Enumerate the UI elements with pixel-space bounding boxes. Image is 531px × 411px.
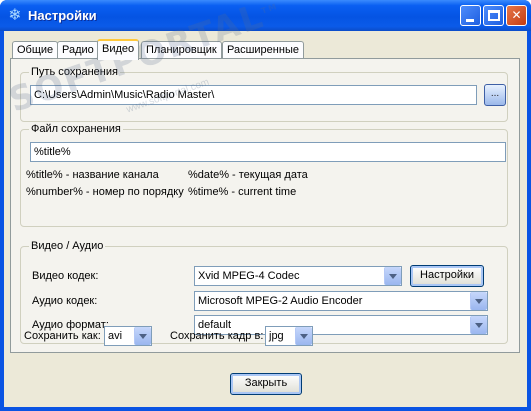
close-window-button[interactable]: ✕ xyxy=(506,5,527,26)
codec-settings-button[interactable]: Настройки xyxy=(410,265,484,287)
save-frame-format-value: jpg xyxy=(269,330,284,342)
save-as-label: Сохранить как: xyxy=(24,330,101,342)
video-audio-group-label: Видео / Аудио xyxy=(29,240,106,252)
chevron-down-icon[interactable] xyxy=(470,316,487,334)
save-file-group-label: Файл сохранения xyxy=(29,123,123,135)
video-codec-select[interactable]: Xvid MPEG-4 Codec xyxy=(194,266,402,286)
chevron-down-icon[interactable] xyxy=(470,292,487,310)
minimize-icon xyxy=(466,19,474,22)
audio-codec-label: Аудио кодек: xyxy=(32,295,98,307)
save-file-group: Файл сохранения %title% %title% - назван… xyxy=(20,123,508,227)
save-as-format-select[interactable]: avi xyxy=(104,326,152,346)
video-codec-label: Видео кодек: xyxy=(32,270,99,282)
tab-general[interactable]: Общие xyxy=(12,41,59,59)
window-title: Настройки xyxy=(28,8,97,23)
maximize-button[interactable] xyxy=(483,5,504,26)
settings-window: ❄ Настройки ✕ Общие Радио Видео Планиров… xyxy=(0,0,531,411)
snowflake-icon: ❄ xyxy=(8,5,22,24)
maximize-icon xyxy=(488,10,500,21)
save-frame-label: Сохранить кадр в: xyxy=(170,330,264,342)
minimize-button[interactable] xyxy=(460,5,481,26)
tab-radio[interactable]: Радио xyxy=(57,41,99,59)
title-bar[interactable]: ❄ Настройки ✕ xyxy=(0,0,531,31)
hint-title: %title% - название канала xyxy=(26,169,159,181)
close-icon: ✕ xyxy=(511,8,522,22)
chevron-down-icon[interactable] xyxy=(134,327,151,345)
video-tab-panel: Путь сохранения C:\Users\Admin\Music\Rad… xyxy=(10,58,520,353)
hint-time: %time% - current time xyxy=(188,186,297,198)
audio-codec-value: Microsoft MPEG-2 Audio Encoder xyxy=(198,295,363,307)
close-dialog-button[interactable]: Закрыть xyxy=(230,373,302,395)
save-path-input[interactable]: C:\Users\Admin\Music\Radio Master\ xyxy=(30,85,477,105)
save-path-group: Путь сохранения C:\Users\Admin\Music\Rad… xyxy=(20,66,508,122)
chevron-down-icon[interactable] xyxy=(384,267,401,285)
file-name-template-input[interactable]: %title% xyxy=(30,142,506,162)
audio-codec-select[interactable]: Microsoft MPEG-2 Audio Encoder xyxy=(194,291,488,311)
chevron-down-icon[interactable] xyxy=(295,327,312,345)
save-as-format-value: avi xyxy=(108,330,123,342)
dialog-client: Общие Радио Видео Планировщик Расширенны… xyxy=(4,0,527,407)
tab-scheduler[interactable]: Планировщик xyxy=(141,41,222,59)
hint-date: %date% - текущая дата xyxy=(188,169,308,181)
save-frame-format-select[interactable]: jpg xyxy=(265,326,313,346)
save-path-group-label: Путь сохранения xyxy=(29,66,120,78)
browse-folder-button[interactable]: ... xyxy=(484,84,506,106)
tab-advanced[interactable]: Расширенные xyxy=(222,41,304,59)
tab-video[interactable]: Видео xyxy=(97,39,140,60)
hint-number: %number% - номер по порядку xyxy=(26,186,184,198)
video-codec-value: Xvid MPEG-4 Codec xyxy=(198,270,300,282)
